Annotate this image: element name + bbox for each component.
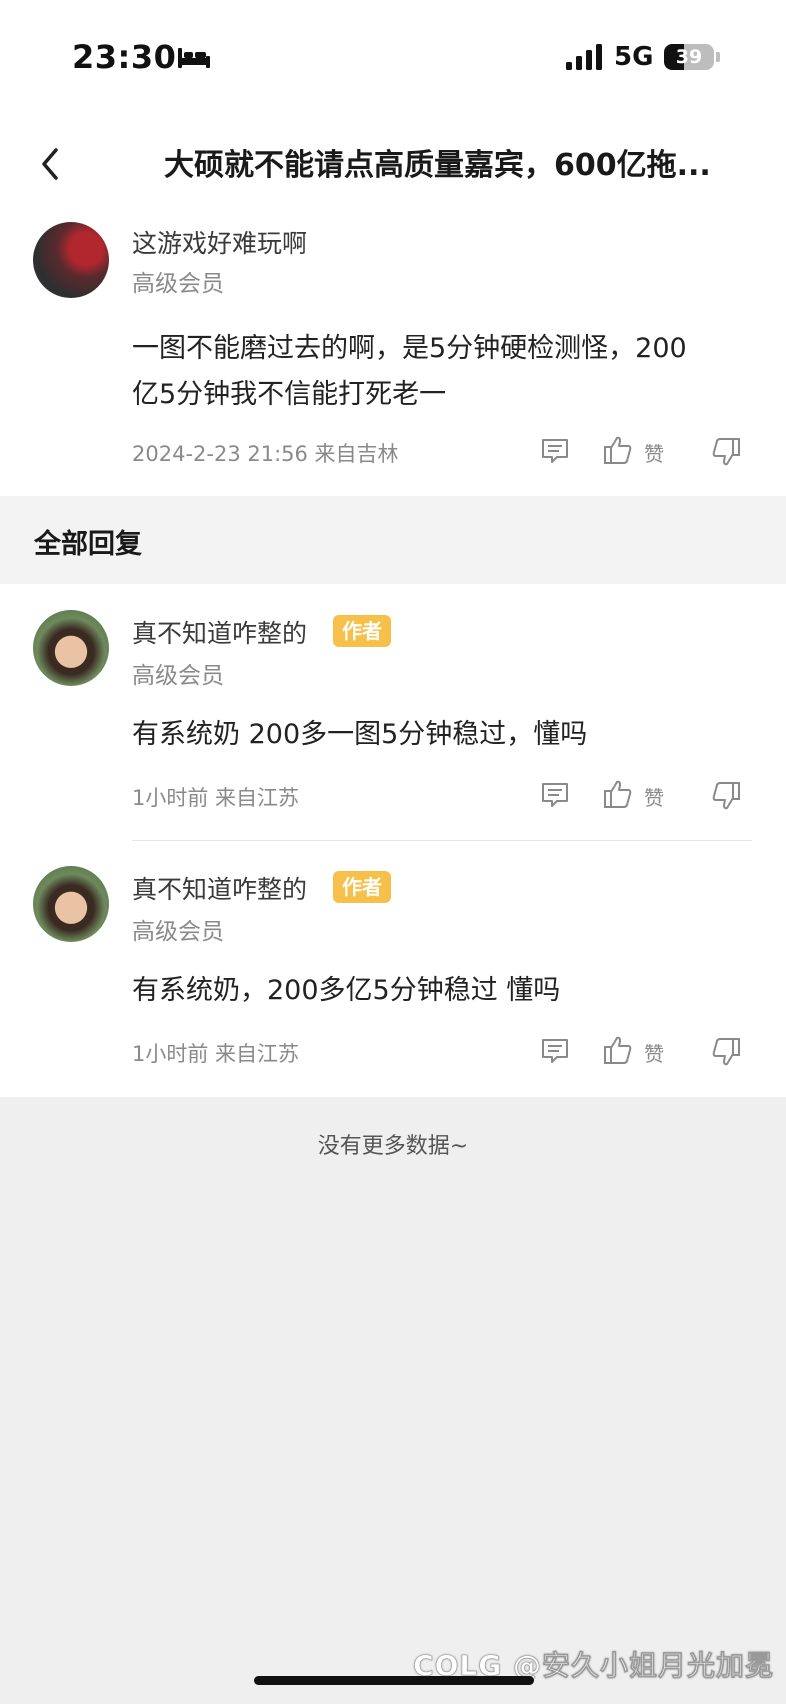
comment-meta: 2024-2-23 21:56 来自吉林 bbox=[132, 442, 399, 466]
comment-body: 一图不能磨过去的啊，是5分钟硬检测怪，200 亿5分钟我不信能打死老一 bbox=[132, 326, 742, 418]
like-label[interactable]: 赞 bbox=[644, 1038, 664, 1067]
battery-icon: 39 bbox=[664, 44, 714, 70]
thumbs-up-icon[interactable] bbox=[602, 434, 634, 466]
reply-meta: 1小时前 来自江苏 bbox=[132, 786, 300, 810]
page-title: 大硕就不能请点高质量嘉宾，600亿拖... bbox=[164, 148, 711, 183]
thumbs-up-icon[interactable] bbox=[602, 778, 634, 810]
content-area: 23:30 5G 39 大硕就不能请点高质量嘉宾，600亿拖... 这游戏好难玩… bbox=[0, 0, 786, 1097]
battery-percent: 39 bbox=[675, 46, 703, 68]
username[interactable]: 这游戏好难玩啊 bbox=[132, 224, 307, 260]
original-comment: 这游戏好难玩啊 高级会员 一图不能磨过去的啊，是5分钟硬检测怪，200 亿5分钟… bbox=[0, 210, 786, 496]
member-level: 高级会员 bbox=[132, 271, 224, 297]
like-label[interactable]: 赞 bbox=[644, 782, 664, 811]
no-more-data: 没有更多数据~ bbox=[317, 1134, 469, 1159]
thumbs-down-icon[interactable] bbox=[710, 436, 742, 468]
author-badge: 作者 bbox=[333, 871, 391, 903]
avatar[interactable] bbox=[33, 866, 109, 942]
status-bar: 23:30 5G 39 bbox=[0, 0, 786, 120]
nav-bar: 大硕就不能请点高质量嘉宾，600亿拖... bbox=[0, 120, 786, 210]
comment-icon[interactable] bbox=[540, 436, 570, 466]
comment-icon[interactable] bbox=[540, 1036, 570, 1066]
signal-icon bbox=[566, 44, 602, 70]
reply-body: 有系统奶 200多一图5分钟稳过，懂吗 bbox=[132, 719, 588, 750]
status-time: 23:30 bbox=[72, 38, 177, 76]
comment-icon[interactable] bbox=[540, 780, 570, 810]
back-icon[interactable] bbox=[30, 136, 74, 192]
author-badge: 作者 bbox=[333, 615, 391, 647]
username[interactable]: 真不知道咋整的 bbox=[132, 870, 307, 906]
section-title: 全部回复 bbox=[34, 529, 142, 560]
battery-cap bbox=[716, 52, 720, 62]
comment-body-line: 一图不能磨过去的啊，是5分钟硬检测怪，200 bbox=[132, 333, 687, 364]
username[interactable]: 真不知道咋整的 bbox=[132, 614, 307, 650]
reply-meta: 1小时前 来自江苏 bbox=[132, 1042, 300, 1066]
reply-body: 有系统奶，200多亿5分钟稳过 懂吗 bbox=[132, 975, 561, 1006]
bed-icon bbox=[178, 48, 210, 68]
member-level: 高级会员 bbox=[132, 919, 224, 945]
avatar[interactable] bbox=[33, 222, 109, 298]
divider bbox=[132, 840, 752, 841]
like-label[interactable]: 赞 bbox=[644, 438, 664, 467]
home-indicator[interactable] bbox=[254, 1676, 534, 1685]
replies-header: 全部回复 bbox=[0, 496, 786, 584]
comment-body-line: 亿5分钟我不信能打死老一 bbox=[132, 379, 447, 410]
thumbs-down-icon[interactable] bbox=[710, 780, 742, 812]
member-level: 高级会员 bbox=[132, 663, 224, 689]
network-type: 5G bbox=[614, 42, 654, 72]
thumbs-down-icon[interactable] bbox=[710, 1036, 742, 1068]
avatar[interactable] bbox=[33, 610, 109, 686]
thumbs-up-icon[interactable] bbox=[602, 1034, 634, 1066]
